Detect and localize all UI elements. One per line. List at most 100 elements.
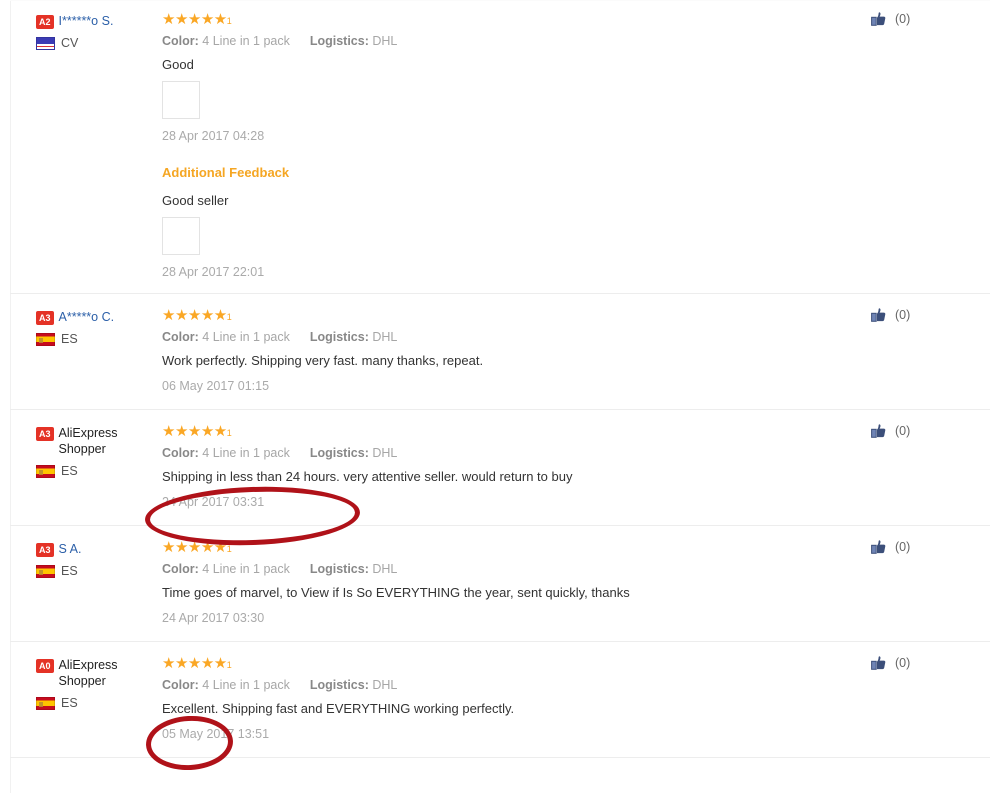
thumbs-up-icon[interactable]	[870, 11, 889, 34]
feedback-list: A2 I******o S. CV ★★★★★ 1 Color: 4 Line …	[10, 0, 990, 758]
reviewer-identity: A0 AliExpress Shopper	[36, 657, 162, 689]
thumbs-up-icon[interactable]	[870, 655, 889, 678]
order-attributes: Color: 4 Line in 1 pack Logistics: DHL	[162, 328, 850, 346]
color-key: Color:	[162, 678, 199, 692]
reviewer-name[interactable]: AliExpress Shopper	[59, 425, 162, 457]
logistics-key: Logistics:	[309, 678, 369, 692]
thumbs-up-icon[interactable]	[870, 307, 889, 330]
reviewer-name[interactable]: A*****o C.	[59, 309, 115, 325]
star-rating-icon: ★★★★★	[162, 655, 227, 672]
review-item: A0 AliExpress Shopper ES ★★★★★ 1 Color: …	[10, 642, 990, 758]
review-text: Good	[162, 57, 194, 72]
reviewer-identity: A3 AliExpress Shopper	[36, 425, 162, 457]
feedback-page: A2 I******o S. CV ★★★★★ 1 Color: 4 Line …	[0, 0, 1000, 793]
review-item: A3 A*****o C. ES ★★★★★ 1 Color: 4 Line i…	[10, 294, 990, 410]
logistics-value: DHL	[372, 678, 398, 692]
thumbs-up-icon[interactable]	[870, 539, 889, 562]
additional-feedback-timestamp: 28 Apr 2017 22:01	[162, 265, 265, 279]
order-attributes: Color: 4 Line in 1 pack Logistics: DHL	[162, 676, 850, 694]
color-value: 4 Line in 1 pack	[202, 34, 290, 48]
review-content: ★★★★★ 1 Color: 4 Line in 1 pack Logistic…	[162, 421, 870, 511]
flag-es-icon	[36, 332, 55, 346]
star-rating-icon: ★★★★★	[162, 307, 227, 324]
helpful-count: (0)	[895, 540, 911, 554]
review-timestamp: 28 Apr 2017 04:28	[162, 129, 265, 143]
reviewer-country: ES	[36, 332, 162, 346]
reviewer-country: ES	[36, 564, 162, 578]
review-content: ★★★★★ 1 Color: 4 Line in 1 pack Logistic…	[162, 537, 870, 627]
color-key: Color:	[162, 562, 199, 576]
reviewer-identity: A3 S A.	[36, 541, 162, 557]
helpful-control[interactable]: (0)	[870, 9, 990, 281]
reviewer-identity: A3 A*****o C.	[36, 309, 162, 325]
rating: ★★★★★ 1	[162, 305, 850, 323]
helpful-count: (0)	[895, 656, 911, 670]
star-rating-icon: ★★★★★	[162, 423, 227, 440]
review-images	[162, 81, 850, 119]
reviewer-info: A3 AliExpress Shopper ES	[10, 421, 162, 511]
reviewer-country: CV	[36, 36, 162, 50]
star-rating-icon: ★★★★★	[162, 539, 227, 556]
review-content: ★★★★★ 1 Color: 4 Line in 1 pack Logistic…	[162, 653, 870, 743]
logistics-key: Logistics:	[309, 562, 369, 576]
reviewer-name[interactable]: I******o S.	[59, 13, 114, 29]
review-content: ★★★★★ 1 Color: 4 Line in 1 pack Logistic…	[162, 9, 870, 281]
country-code: ES	[61, 696, 78, 710]
logistics-key: Logistics:	[309, 330, 369, 344]
country-code: ES	[61, 464, 78, 478]
buyer-level-badge: A3	[36, 543, 54, 557]
helpful-count: (0)	[895, 12, 911, 26]
color-key: Color:	[162, 34, 199, 48]
flag-es-icon	[36, 464, 55, 478]
review-text: Work perfectly. Shipping very fast. many…	[162, 353, 484, 368]
star-count-label: 1	[226, 16, 232, 26]
helpful-control[interactable]: (0)	[870, 537, 990, 627]
review-text: Shipping in less than 24 hours. very att…	[162, 469, 573, 484]
star-count-label: 1	[226, 428, 232, 438]
buyer-level-badge: A2	[36, 15, 54, 29]
review-timestamp: 05 May 2017 13:51	[162, 727, 270, 741]
star-count-label: 1	[226, 660, 232, 670]
rating: ★★★★★ 1	[162, 9, 850, 27]
reviewer-identity: A2 I******o S.	[36, 13, 162, 29]
logistics-value: DHL	[372, 562, 398, 576]
review-content: ★★★★★ 1 Color: 4 Line in 1 pack Logistic…	[162, 305, 870, 395]
review-image-thumbnail[interactable]	[162, 81, 200, 119]
color-key: Color:	[162, 330, 199, 344]
rating: ★★★★★ 1	[162, 653, 850, 671]
order-attributes: Color: 4 Line in 1 pack Logistics: DHL	[162, 444, 850, 462]
order-attributes: Color: 4 Line in 1 pack Logistics: DHL	[162, 560, 850, 578]
reviewer-country: ES	[36, 696, 162, 710]
reviewer-name[interactable]: AliExpress Shopper	[59, 657, 162, 689]
helpful-count: (0)	[895, 308, 911, 322]
reviewer-info: A0 AliExpress Shopper ES	[10, 653, 162, 743]
review-timestamp: 06 May 2017 01:15	[162, 379, 270, 393]
country-code: ES	[61, 564, 78, 578]
review-timestamp: 24 Apr 2017 03:31	[162, 495, 265, 509]
reviewer-country: ES	[36, 464, 162, 478]
reviewer-info: A2 I******o S. CV	[10, 9, 162, 281]
logistics-key: Logistics:	[309, 34, 369, 48]
reviewer-info: A3 S A. ES	[10, 537, 162, 627]
color-value: 4 Line in 1 pack	[202, 562, 290, 576]
star-count-label: 1	[226, 544, 232, 554]
rating: ★★★★★ 1	[162, 421, 850, 439]
buyer-level-badge: A0	[36, 659, 54, 673]
star-count-label: 1	[226, 312, 232, 322]
reviewer-name[interactable]: S A.	[59, 541, 82, 557]
color-value: 4 Line in 1 pack	[202, 678, 290, 692]
additional-feedback-text: Good seller	[162, 193, 229, 208]
additional-feedback-title: Additional Feedback	[162, 165, 290, 180]
order-attributes: Color: 4 Line in 1 pack Logistics: DHL	[162, 32, 850, 50]
helpful-control[interactable]: (0)	[870, 305, 990, 395]
buyer-level-badge: A3	[36, 427, 54, 441]
rating: ★★★★★ 1	[162, 537, 850, 555]
helpful-control[interactable]: (0)	[870, 653, 990, 743]
color-value: 4 Line in 1 pack	[202, 330, 290, 344]
thumbs-up-icon[interactable]	[870, 423, 889, 446]
helpful-control[interactable]: (0)	[870, 421, 990, 511]
flag-es-icon	[36, 564, 55, 578]
color-value: 4 Line in 1 pack	[202, 446, 290, 460]
flag-es-icon	[36, 696, 55, 710]
additional-image-thumbnail[interactable]	[162, 217, 200, 255]
